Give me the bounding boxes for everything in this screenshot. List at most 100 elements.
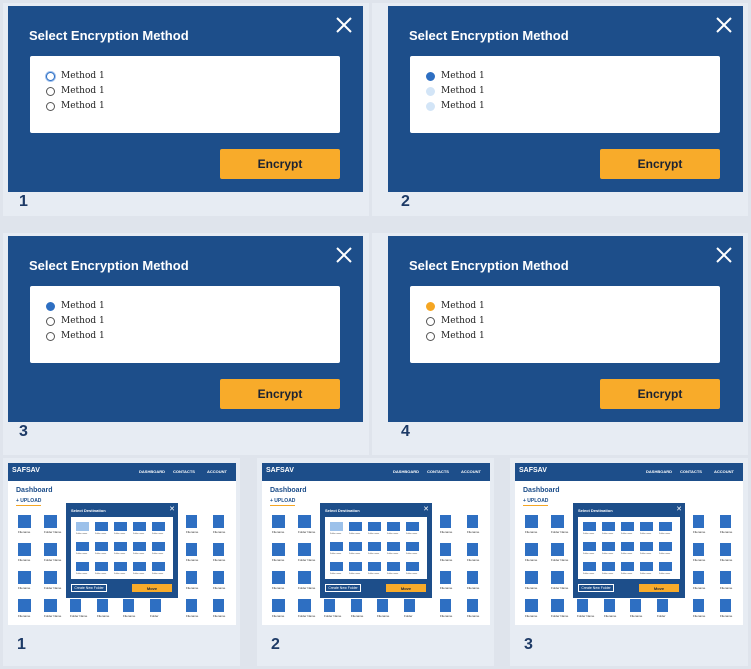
file-icon[interactable]: [630, 599, 641, 612]
method-option-1[interactable]: Method 1: [426, 69, 485, 83]
file-icon[interactable]: [404, 599, 415, 612]
destination-folder[interactable]: [640, 562, 653, 571]
destination-folder[interactable]: [152, 562, 165, 571]
method-option-3[interactable]: Method 1: [426, 99, 485, 113]
encrypt-button[interactable]: Encrypt: [220, 149, 340, 179]
destination-folder[interactable]: [659, 542, 672, 551]
file-icon[interactable]: [693, 515, 704, 528]
folder-icon[interactable]: [18, 515, 31, 528]
radio-button[interactable]: [46, 301, 55, 311]
destination-folder[interactable]: [621, 562, 634, 571]
file-icon[interactable]: [693, 571, 704, 584]
nav-link-account[interactable]: ACCOUNT: [207, 469, 227, 474]
radio-button[interactable]: [46, 71, 55, 81]
close-icon[interactable]: [715, 246, 733, 264]
encrypt-button[interactable]: Encrypt: [220, 379, 340, 409]
method-option-3[interactable]: Method 1: [426, 329, 485, 343]
method-option-2[interactable]: Method 1: [426, 314, 485, 328]
radio-button[interactable]: [426, 331, 435, 341]
move-button[interactable]: Move: [639, 584, 679, 592]
destination-folder[interactable]: [114, 542, 127, 551]
nav-link-contacts[interactable]: CONTACTS: [680, 469, 702, 474]
nav-link-account[interactable]: ACCOUNT: [461, 469, 481, 474]
create-new-folder-button[interactable]: Create New Folder: [325, 584, 361, 592]
destination-folder[interactable]: [133, 562, 146, 571]
destination-folder[interactable]: [330, 562, 343, 571]
file-icon[interactable]: [213, 543, 224, 556]
file-icon[interactable]: [213, 515, 224, 528]
close-icon[interactable]: ✕: [169, 505, 175, 513]
file-icon[interactable]: [324, 599, 335, 612]
file-icon[interactable]: [693, 599, 704, 612]
folder-icon[interactable]: [272, 515, 285, 528]
file-icon[interactable]: [186, 515, 197, 528]
close-icon[interactable]: ✕: [676, 505, 682, 513]
method-option-2[interactable]: Method 1: [426, 84, 485, 98]
folder-icon[interactable]: [298, 571, 311, 584]
encrypt-button[interactable]: Encrypt: [600, 149, 720, 179]
file-icon[interactable]: [720, 543, 731, 556]
file-icon[interactable]: [657, 599, 668, 612]
destination-folder[interactable]: [368, 522, 381, 531]
method-option-1[interactable]: Method 1: [46, 299, 105, 313]
destination-folder[interactable]: [602, 562, 615, 571]
upload-button[interactable]: + UPLOAD: [523, 498, 549, 506]
destination-folder[interactable]: [387, 542, 400, 551]
destination-folder[interactable]: [602, 542, 615, 551]
radio-button[interactable]: [46, 101, 55, 111]
nav-link-contacts[interactable]: CONTACTS: [173, 469, 195, 474]
file-icon[interactable]: [186, 599, 197, 612]
destination-folder[interactable]: [330, 522, 343, 531]
destination-folder[interactable]: [387, 562, 400, 571]
file-icon[interactable]: [720, 599, 731, 612]
destination-folder[interactable]: [133, 522, 146, 531]
folder-icon[interactable]: [551, 599, 564, 612]
destination-folder[interactable]: [95, 522, 108, 531]
file-icon[interactable]: [440, 571, 451, 584]
folder-icon[interactable]: [298, 515, 311, 528]
upload-button[interactable]: + UPLOAD: [16, 498, 42, 506]
file-icon[interactable]: [440, 599, 451, 612]
folder-icon[interactable]: [525, 515, 538, 528]
destination-folder[interactable]: [640, 542, 653, 551]
folder-icon[interactable]: [551, 515, 564, 528]
app-logo[interactable]: SAFSAV: [266, 467, 294, 474]
destination-folder[interactable]: [330, 542, 343, 551]
folder-icon[interactable]: [525, 599, 538, 612]
folder-icon[interactable]: [44, 543, 57, 556]
move-button[interactable]: Move: [386, 584, 426, 592]
file-icon[interactable]: [467, 543, 478, 556]
destination-folder[interactable]: [349, 542, 362, 551]
folder-icon[interactable]: [18, 571, 31, 584]
folder-icon[interactable]: [18, 599, 31, 612]
file-icon[interactable]: [70, 599, 81, 612]
nav-link-dashboard[interactable]: DASHBOARD: [646, 469, 672, 474]
destination-folder[interactable]: [406, 542, 419, 551]
destination-folder[interactable]: [349, 522, 362, 531]
destination-folder[interactable]: [583, 542, 596, 551]
folder-icon[interactable]: [272, 599, 285, 612]
destination-folder[interactable]: [659, 562, 672, 571]
file-icon[interactable]: [186, 571, 197, 584]
method-option-3[interactable]: Method 1: [46, 329, 105, 343]
destination-folder[interactable]: [621, 522, 634, 531]
destination-folder[interactable]: [133, 542, 146, 551]
folder-icon[interactable]: [44, 599, 57, 612]
file-icon[interactable]: [440, 543, 451, 556]
destination-folder[interactable]: [95, 562, 108, 571]
file-icon[interactable]: [467, 571, 478, 584]
method-option-2[interactable]: Method 1: [46, 84, 105, 98]
folder-icon[interactable]: [298, 543, 311, 556]
file-icon[interactable]: [604, 599, 615, 612]
nav-link-dashboard[interactable]: DASHBOARD: [393, 469, 419, 474]
destination-folder[interactable]: [406, 522, 419, 531]
destination-folder[interactable]: [76, 522, 89, 531]
move-button[interactable]: Move: [132, 584, 172, 592]
destination-folder[interactable]: [621, 542, 634, 551]
destination-folder[interactable]: [602, 522, 615, 531]
close-icon[interactable]: [335, 246, 353, 264]
file-icon[interactable]: [720, 515, 731, 528]
method-option-3[interactable]: Method 1: [46, 99, 105, 113]
file-icon[interactable]: [351, 599, 362, 612]
app-logo[interactable]: SAFSAV: [519, 467, 547, 474]
